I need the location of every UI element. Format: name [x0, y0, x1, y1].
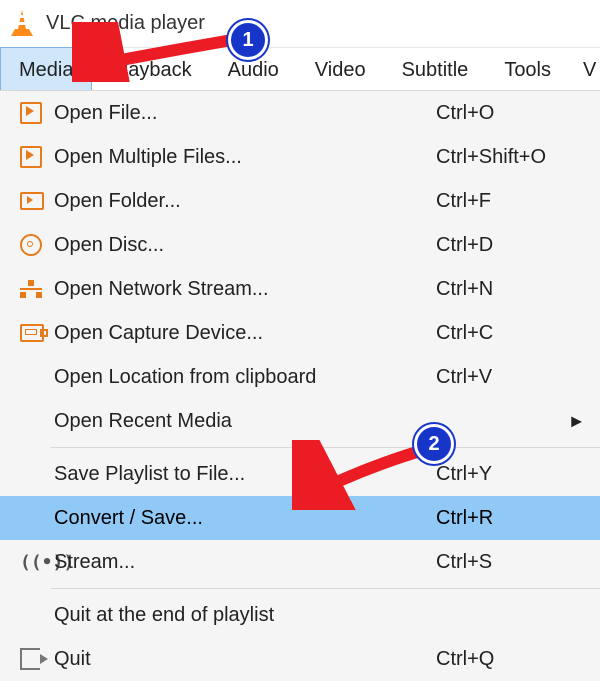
- menu-item-shortcut: Ctrl+F: [436, 190, 576, 213]
- menu-item-icon-slot: [20, 280, 54, 298]
- menu-playback[interactable]: Playback: [92, 48, 209, 92]
- menu-item-label: Open Disc...: [54, 234, 436, 257]
- vlc-logo-icon: [8, 9, 36, 37]
- menu-item-open-folder[interactable]: Open Folder...Ctrl+F: [0, 179, 600, 223]
- menu-item-label: Open Folder...: [54, 190, 436, 213]
- menu-item-open-recent-media[interactable]: Open Recent Media ▶: [0, 399, 600, 443]
- app-title: VLC media player: [46, 12, 205, 35]
- menu-item-shortcut: Ctrl+O: [436, 102, 576, 125]
- menu-audio[interactable]: Audio: [210, 48, 297, 92]
- menu-item-label: Quit at the end of playlist: [54, 604, 436, 627]
- menu-separator: [50, 588, 600, 589]
- menu-item-label: Open Capture Device...: [54, 322, 436, 345]
- file-play-icon: [20, 102, 42, 124]
- titlebar: VLC media player: [0, 0, 600, 47]
- menu-item-open-capture-device[interactable]: Open Capture Device...Ctrl+C: [0, 311, 600, 355]
- menu-item-open-file[interactable]: Open File...Ctrl+O: [0, 91, 600, 135]
- disc-icon: [20, 234, 42, 256]
- menu-item-icon-slot: [20, 234, 54, 256]
- menu-cutoff[interactable]: V: [569, 48, 596, 92]
- menu-item-open-network-stream[interactable]: Open Network Stream...Ctrl+N: [0, 267, 600, 311]
- menubar: Media Playback Audio Video Subtitle Tool…: [0, 47, 600, 93]
- menu-separator: [50, 447, 600, 448]
- menu-item-shortcut: Ctrl+N: [436, 278, 576, 301]
- menu-item-icon-slot: [20, 146, 54, 168]
- menu-item-save-playlist-to-file[interactable]: Save Playlist to File...Ctrl+Y: [0, 452, 600, 496]
- menu-item-stream[interactable]: ((•))Stream...Ctrl+S: [0, 540, 600, 584]
- menu-item-label: Stream...: [54, 551, 436, 574]
- vlc-window: VLC media player Media Playback Audio Vi…: [0, 0, 600, 684]
- quit-icon: [20, 648, 40, 670]
- menu-subtitle[interactable]: Subtitle: [384, 48, 487, 92]
- file-play-icon: [20, 146, 42, 168]
- menu-item-label: Open Recent Media: [54, 410, 436, 433]
- menu-item-label: Open Network Stream...: [54, 278, 436, 301]
- menu-item-shortcut: Ctrl+C: [436, 322, 576, 345]
- menu-item-label: Save Playlist to File...: [54, 463, 436, 486]
- menu-item-shortcut: Ctrl+S: [436, 551, 576, 574]
- menu-item-open-multiple-files[interactable]: Open Multiple Files...Ctrl+Shift+O: [0, 135, 600, 179]
- menu-media[interactable]: Media: [0, 47, 92, 93]
- submenu-arrow-icon: ▶: [571, 413, 582, 430]
- menu-item-icon-slot: [20, 102, 54, 124]
- menu-item-shortcut: Ctrl+Shift+O: [436, 146, 576, 169]
- media-menu-dropdown: Open File...Ctrl+OOpen Multiple Files...…: [0, 90, 600, 681]
- network-icon: [20, 280, 42, 298]
- menu-item-open-disc[interactable]: Open Disc...Ctrl+D: [0, 223, 600, 267]
- menu-item-label: Quit: [54, 648, 436, 671]
- menu-item-open-location-from-clipboard[interactable]: Open Location from clipboardCtrl+V: [0, 355, 600, 399]
- menu-item-label: Convert / Save...: [54, 507, 436, 530]
- menu-item-label: Open Location from clipboard: [54, 366, 436, 389]
- menu-item-convert-save[interactable]: Convert / Save...Ctrl+R: [0, 496, 600, 540]
- menu-item-quit-at-the-end-of-playlist[interactable]: Quit at the end of playlist: [0, 593, 600, 637]
- menu-item-icon-slot: ((•)): [20, 552, 54, 573]
- menu-video[interactable]: Video: [297, 48, 384, 92]
- menu-tools[interactable]: Tools: [486, 48, 569, 92]
- menu-item-label: Open Multiple Files...: [54, 146, 436, 169]
- menu-item-shortcut: Ctrl+V: [436, 366, 576, 389]
- capture-icon: [20, 324, 44, 342]
- menu-item-shortcut: Ctrl+Y: [436, 463, 576, 486]
- folder-icon: [20, 192, 44, 210]
- menu-item-icon-slot: [20, 192, 54, 210]
- menu-item-shortcut: Ctrl+D: [436, 234, 576, 257]
- menu-item-label: Open File...: [54, 102, 436, 125]
- menu-item-shortcut: Ctrl+Q: [436, 648, 576, 671]
- menu-item-icon-slot: [20, 648, 54, 670]
- menu-item-icon-slot: [20, 324, 54, 342]
- menu-item-shortcut: Ctrl+R: [436, 507, 576, 530]
- menu-item-quit[interactable]: QuitCtrl+Q: [0, 637, 600, 681]
